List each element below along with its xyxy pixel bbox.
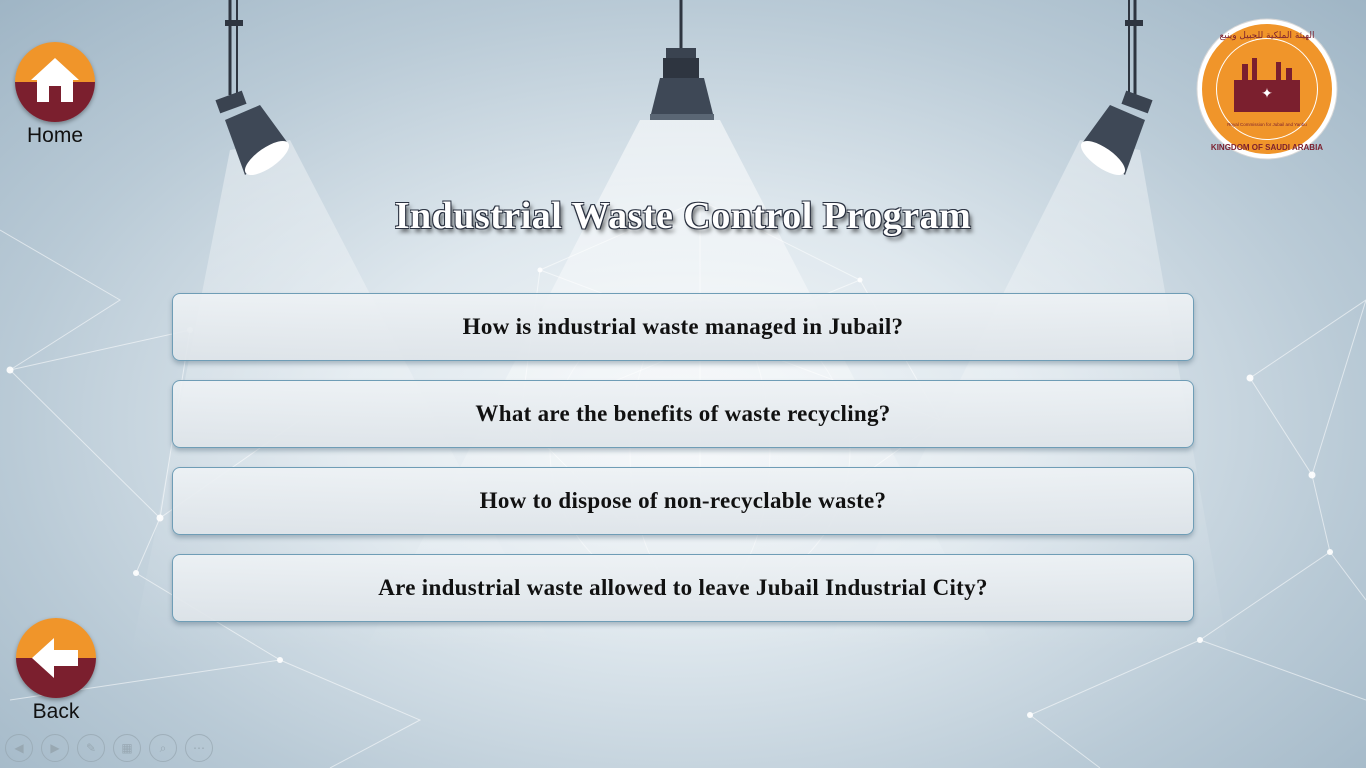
question-button-2[interactable]: What are the benefits of waste recycling… <box>172 380 1194 448</box>
question-list: How is industrial waste managed in Jubai… <box>172 293 1194 641</box>
home-icon <box>15 42 95 122</box>
spotlight-center-icon <box>650 0 714 120</box>
svg-text:✦: ✦ <box>1261 86 1273 102</box>
player-controls: ◀ ▶ ✎ ▦ ⌕ ⋯ <box>5 734 213 762</box>
zoom-icon[interactable]: ⌕ <box>149 734 177 762</box>
question-button-3[interactable]: How to dispose of non-recyclable waste? <box>172 467 1194 535</box>
page-title: Industrial Waste Control Program <box>394 195 972 237</box>
pen-icon[interactable]: ✎ <box>77 734 105 762</box>
home-button[interactable]: Home <box>15 42 95 148</box>
royal-commission-logo: ✦ الهيئة الملكية للجبيل وينبع KINGDOM OF… <box>1196 18 1338 160</box>
back-button[interactable]: Back <box>16 618 96 724</box>
spotlight-right-icon <box>1080 0 1153 176</box>
spotlight-left-icon <box>215 0 290 176</box>
more-icon[interactable]: ⋯ <box>185 734 213 762</box>
home-label: Home <box>26 124 84 147</box>
slides-icon[interactable]: ▦ <box>113 734 141 762</box>
arrow-left-icon <box>16 618 96 698</box>
back-label: Back <box>32 700 80 723</box>
svg-text:Royal Commission for Jubail an: Royal Commission for Jubail and Yanbu <box>1227 122 1307 127</box>
question-button-1[interactable]: How is industrial waste managed in Jubai… <box>172 293 1194 361</box>
question-button-4[interactable]: Are industrial waste allowed to leave Ju… <box>172 554 1194 622</box>
svg-text:الهيئة الملكية للجبيل وينبع: الهيئة الملكية للجبيل وينبع <box>1219 31 1314 41</box>
previous-icon[interactable]: ◀ <box>5 734 33 762</box>
svg-text:KINGDOM OF SAUDI ARABIA: KINGDOM OF SAUDI ARABIA <box>1211 143 1323 152</box>
next-icon[interactable]: ▶ <box>41 734 69 762</box>
